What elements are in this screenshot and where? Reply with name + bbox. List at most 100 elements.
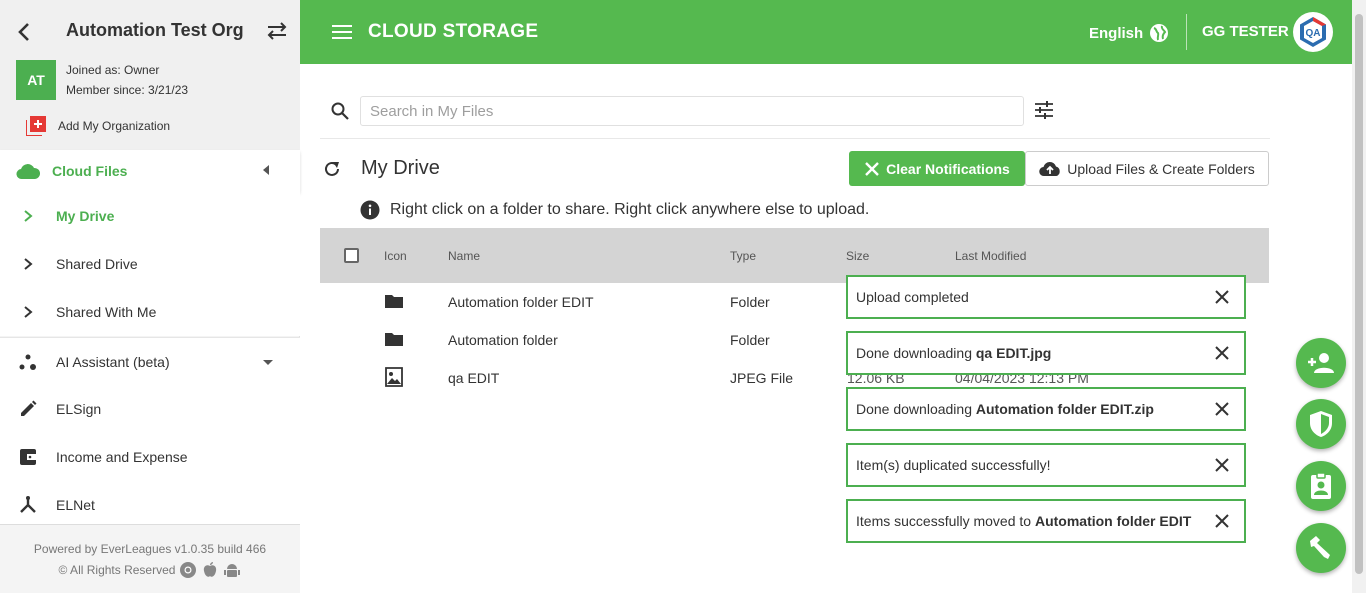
sidebar-item-income-expense[interactable]: Income and Expense — [0, 433, 300, 481]
file-name: Automation folder — [448, 332, 558, 348]
org-avatar: AT — [16, 60, 56, 100]
add-user-fab[interactable] — [1296, 338, 1346, 388]
chevron-right-icon — [24, 306, 33, 318]
toast-message: Upload completed — [856, 289, 969, 305]
member-since: Member since: 3/21/23 — [66, 83, 189, 97]
ai-assistant-icon — [19, 354, 36, 370]
powered-by-text: Powered by EverLeagues v1.0.35 build 466 — [33, 542, 267, 556]
sidebar-item-label: My Drive — [56, 208, 115, 224]
toast-text: Done downloading Automation folder EDIT.… — [856, 401, 1154, 417]
apple-icon[interactable] — [201, 561, 219, 579]
column-header-size[interactable]: Size — [846, 249, 869, 263]
cloud-icon — [16, 164, 40, 180]
page-title: My Drive — [361, 157, 440, 179]
sidebar-item-label: Shared Drive — [56, 256, 138, 272]
file-type: Folder — [730, 332, 770, 348]
sidebar-item-label: ELNet — [56, 497, 95, 513]
sidebar: Automation Test Org AT Joined as: Owner … — [0, 0, 300, 593]
chrome-icon[interactable] — [179, 561, 197, 579]
cloud-upload-icon — [1039, 161, 1060, 176]
toast-item-name: Automation folder EDIT.zip — [975, 401, 1154, 417]
search-icon — [331, 102, 349, 120]
org-title: Automation Test Org — [66, 20, 244, 40]
sidebar-item-shared-drive[interactable]: Shared Drive — [0, 240, 300, 288]
chevron-right-icon — [24, 258, 33, 270]
add-user-icon — [1308, 353, 1334, 373]
column-header-name[interactable]: Name — [448, 249, 480, 263]
sidebar-item-label: Income and Expense — [56, 449, 188, 465]
user-name[interactable]: GG TESTER — [1202, 23, 1289, 40]
search-input[interactable] — [360, 96, 1024, 126]
folder-icon — [385, 295, 403, 308]
shield-icon — [1310, 411, 1332, 437]
close-icon[interactable] — [1214, 457, 1230, 473]
header-divider — [1186, 14, 1187, 50]
badge-icon — [1311, 472, 1331, 499]
divider — [320, 138, 1270, 139]
column-header-last-modified[interactable]: Last Modified — [955, 249, 1026, 263]
avatar-text: QA — [1306, 28, 1321, 39]
close-icon[interactable] — [1214, 345, 1230, 361]
close-icon[interactable] — [1214, 289, 1230, 305]
chevron-down-icon — [263, 360, 273, 365]
sidebar-item-elnet[interactable]: ELNet — [0, 481, 300, 529]
select-all-checkbox[interactable] — [344, 248, 359, 263]
sidebar-item-label: AI Assistant (beta) — [56, 353, 170, 370]
refresh-icon[interactable] — [322, 159, 342, 179]
android-icon[interactable] — [223, 561, 241, 579]
tool-icon — [1310, 536, 1330, 559]
file-name: qa EDIT — [448, 370, 500, 386]
sidebar-item-elsign[interactable]: ELSign — [0, 385, 300, 433]
badge-fab[interactable] — [1296, 461, 1346, 511]
sidebar-footer: Powered by EverLeagues v1.0.35 build 466… — [0, 524, 300, 593]
info-text: Right click on a folder to share. Right … — [390, 201, 870, 218]
sidebar-item-shared-with-me[interactable]: Shared With Me — [0, 288, 300, 336]
toast-message: Done downloading — [856, 401, 976, 417]
sidebar-item-cloud-files[interactable]: Cloud Files — [0, 150, 300, 192]
toast-message: Item(s) duplicated successfully! — [856, 457, 1051, 473]
sidebar-item-my-drive[interactable]: My Drive — [0, 192, 300, 240]
network-icon — [20, 496, 36, 513]
switch-org-icon[interactable] — [266, 20, 288, 42]
info-icon — [360, 200, 380, 220]
sidebar-item-label: Shared With Me — [56, 304, 157, 320]
pen-icon — [21, 400, 37, 416]
clear-notifications-label: Clear Notifications — [886, 160, 1010, 177]
toast-text: Done downloading qa EDIT.jpg — [856, 345, 1051, 361]
app-title: CLOUD STORAGE — [368, 21, 539, 42]
column-header-icon: Icon — [384, 249, 407, 263]
file-type: Folder — [730, 294, 770, 310]
security-fab[interactable] — [1296, 399, 1346, 449]
sidebar-item-label: ELSign — [56, 401, 102, 417]
clear-notifications-button[interactable]: Clear Notifications — [849, 151, 1025, 186]
tools-fab[interactable] — [1296, 523, 1346, 573]
folder-icon — [385, 333, 403, 346]
scrollbar-thumb[interactable] — [1355, 14, 1363, 574]
add-organization-button[interactable]: Add My Organization — [26, 115, 170, 137]
close-icon — [865, 161, 879, 176]
globe-icon — [1150, 24, 1169, 42]
language-selector[interactable]: English — [1089, 23, 1169, 43]
toast-item-name: qa EDIT.jpg — [975, 345, 1052, 361]
page-scrollbar[interactable] — [1352, 0, 1366, 593]
back-arrow-icon[interactable] — [14, 20, 34, 44]
toast-message: Done downloading — [856, 345, 976, 361]
top-bar: CLOUD STORAGE English GG TESTER QA — [300, 0, 1352, 64]
toast-text: Upload completed — [856, 289, 969, 305]
column-header-type[interactable]: Type — [730, 249, 756, 263]
menu-icon[interactable] — [332, 24, 352, 40]
image-file-icon — [385, 367, 403, 387]
notification-toast: Upload completed — [846, 275, 1246, 319]
copyright-text: © All Rights Reserved — [58, 563, 176, 577]
sidebar-item-label: Cloud Files — [52, 163, 128, 179]
add-organization-label: Add My Organization — [58, 119, 171, 133]
caret-left-icon — [263, 165, 269, 175]
notification-toast: Done downloading qa EDIT.jpg — [846, 331, 1246, 375]
user-avatar[interactable]: QA — [1293, 12, 1333, 52]
file-type: JPEG File — [730, 370, 794, 386]
upload-files-button[interactable]: Upload Files & Create Folders — [1025, 151, 1269, 186]
filter-settings-icon[interactable] — [1034, 100, 1054, 120]
sidebar-item-ai-assistant[interactable]: AI Assistant (beta) — [0, 337, 300, 385]
close-icon[interactable] — [1214, 513, 1230, 529]
close-icon[interactable] — [1214, 401, 1230, 417]
